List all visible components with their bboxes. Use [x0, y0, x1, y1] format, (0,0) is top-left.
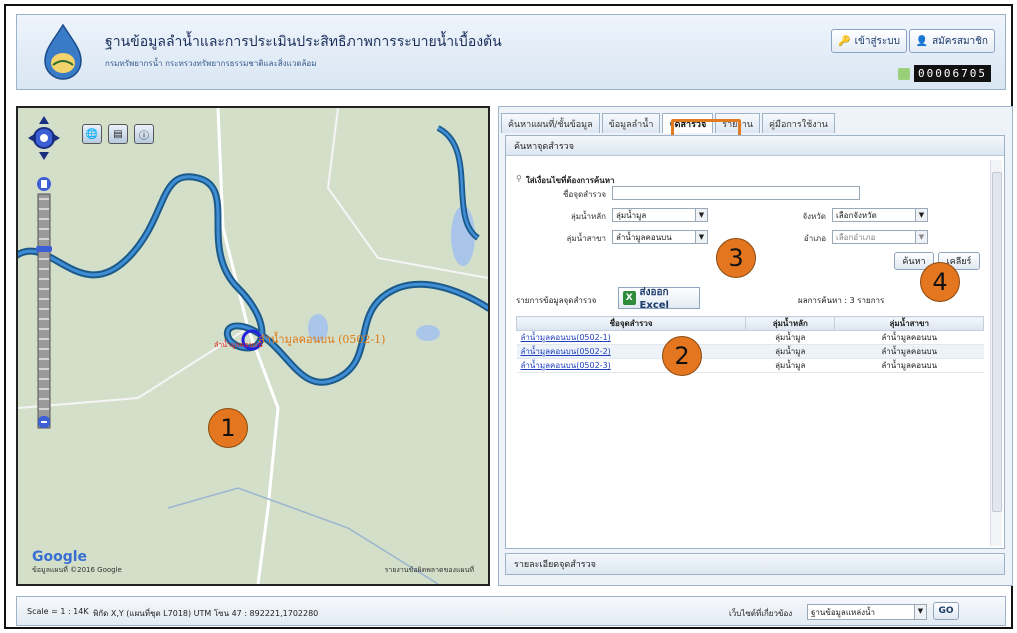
scrollbar-thumb[interactable] [992, 172, 1002, 512]
station-sublabel: ลำน้ำมูลคอนบน [214, 341, 263, 349]
right-panel: ค้นหาแผนที่/ชั้นข้อมูล ข้อมูลลำน้ำ จุดสำ… [498, 106, 1013, 586]
survey-search-panel: ค้นหาจุดสำรวจ ⚲ ใส่เงื่อนไขที่ต้องการค้น… [505, 135, 1005, 549]
badge-2: 2 [662, 336, 702, 376]
login-button[interactable]: 🔑 เข้าสู่ระบบ [831, 29, 907, 53]
zoom-control[interactable] [28, 116, 60, 439]
map-terms-link[interactable]: รายงานข้อผิดพลาดของแผนที่ [385, 565, 474, 576]
vertical-scrollbar[interactable] [990, 160, 1002, 546]
app-subtitle: กรมทรัพยากรน้ำ กระทรวงทรัพยากรธรรมชาติแล… [105, 59, 317, 68]
station-name-input[interactable] [612, 186, 860, 200]
search-icon: ⚲ [516, 174, 522, 183]
badge-1: 1 [208, 408, 248, 448]
sub-basin-value: ลำน้ำมูลคอนบน [616, 232, 672, 242]
chevron-down-icon: ▼ [914, 605, 926, 619]
chevron-down-icon: ▼ [915, 209, 927, 221]
main-basin-label: ลุ่มน้ำหลัก [570, 212, 606, 221]
table-row[interactable]: ลำน้ำมูลคอนบน(0502-1) ลุ่มน้ำมูล ลำน้ำมู… [516, 330, 984, 345]
province-label: จังหวัด [802, 212, 826, 221]
column-header[interactable]: ชื่อจุดสำรวจ [515, 316, 747, 331]
related-sites-value: ฐานข้อมูลแหล่งน้ำ [811, 607, 876, 617]
table-cell: ลุ่มน้ำมูล [745, 344, 835, 359]
detail-bar[interactable]: รายละเอียดจุดสำรวจ [505, 553, 1005, 575]
department-logo [44, 23, 82, 80]
counter-icon [898, 67, 911, 80]
district-select[interactable]: เลือกอำเภอ ▼ [832, 230, 928, 244]
register-label: สมัครสมาชิก [932, 35, 988, 47]
register-button[interactable]: 👤 สมัครสมาชิก [908, 29, 995, 53]
results-table: ชื่อจุดสำรวจ ลุ่มน้ำหลัก ลุ่มน้ำสาขา ลำน… [515, 316, 984, 373]
criteria-label: ใส่เงื่อนไขที่ต้องการค้นหา [525, 176, 615, 185]
export-excel-label: ส่งออก Excel [639, 287, 669, 311]
tab-bar: ค้นหาแผนที่/ชั้นข้อมูล ข้อมูลลำน้ำ จุดสำ… [499, 113, 835, 133]
column-header[interactable]: ลุ่มน้ำหลัก [745, 316, 836, 331]
pan-control[interactable] [28, 116, 60, 160]
main-basin-value: ลุ่มน้ำมูล [616, 210, 647, 220]
station-label[interactable]: ลำน้ำมูลคอนบน (0502-1) [258, 330, 385, 348]
tab-map-search[interactable]: ค้นหาแผนที่/ชั้นข้อมูล [501, 113, 600, 133]
sub-basin-select[interactable]: ลำน้ำมูลคอนบน ▼ [612, 230, 708, 244]
table-cell: ลำน้ำมูลคอนบน [834, 358, 984, 373]
table-cell: ลุ่มน้ำมูล [745, 330, 835, 345]
criteria-heading: ⚲ ใส่เงื่อนไขที่ต้องการค้นหา [516, 174, 614, 187]
export-excel-button[interactable]: X ส่งออก Excel [618, 287, 700, 311]
tab-river-data[interactable]: ข้อมูลลำน้ำ [601, 113, 661, 133]
badge-4: 4 [920, 262, 960, 302]
station-name-label: ชื่อจุดสำรวจ [563, 190, 606, 199]
map-type-buttons: 🌐 ▤ ⓘ [82, 124, 154, 144]
related-sites-label: เว็บไซต์ที่เกี่ยวข้อง [729, 609, 793, 618]
coords-text: พิกัด X,Y (แผนที่ชุด L7018) UTM โซน 47 :… [93, 609, 319, 618]
status-footer: Scale = 1 : 14K พิกัด X,Y (แผนที่ชุด L70… [16, 596, 1006, 626]
table-header-row: ชื่อจุดสำรวจ ลุ่มน้ำหลัก ลุ่มน้ำสาขา [515, 316, 984, 331]
map-credit-text: ข้อมูลแผนที่ ©2016 Google [32, 566, 122, 574]
map-panel[interactable]: ลำน้ำมูลคอนบน (0502-1) ลำน้ำมูลคอนบน 🌐 ▤… [16, 106, 490, 586]
user-icon: 👤 [915, 35, 929, 47]
chevron-down-icon: ▼ [695, 231, 707, 243]
google-logo: Google [32, 549, 88, 565]
go-button[interactable]: GO [933, 602, 959, 620]
visitor-counter: 00006705 [898, 65, 991, 82]
login-label: เข้าสู่ระบบ [854, 35, 900, 47]
province-value: เลือกจังหวัด [836, 210, 877, 220]
map-credit: Google ข้อมูลแผนที่ ©2016 Google [32, 549, 122, 576]
related-sites-select[interactable]: ฐานข้อมูลแหล่งน้ำ ▼ [807, 604, 927, 620]
app-window: ฐานข้อมูลลำน้ำและการประเมินประสิทธิภาพกา… [4, 4, 1013, 629]
results-list-label: รายการข้อมูลจุดสำรวจ [516, 296, 597, 305]
excel-icon: X [623, 291, 636, 305]
scale-text: Scale = 1 : 14K [27, 607, 89, 616]
globe-icon[interactable]: 🌐 [82, 124, 102, 144]
station-link[interactable]: ลำน้ำมูลคอนบน(0502-1) [516, 330, 746, 345]
station-link[interactable]: ลำน้ำมูลคอนบน(0502-2) [516, 344, 746, 359]
zoom-slider-thumb[interactable] [36, 246, 52, 252]
table-row[interactable]: ลำน้ำมูลคอนบน(0502-3) ลุ่มน้ำมูล ลำน้ำมู… [516, 358, 984, 373]
table-row[interactable]: ลำน้ำมูลคอนบน(0502-2) ลุ่มน้ำมูล ลำน้ำมู… [516, 344, 984, 359]
province-select[interactable]: เลือกจังหวัด ▼ [832, 208, 928, 222]
tab-manual[interactable]: คู่มือการใช้งาน [762, 113, 835, 133]
chevron-down-icon: ▼ [915, 231, 927, 243]
station-link[interactable]: ลำน้ำมูลคอนบน(0502-3) [516, 358, 746, 373]
login-icon: 🔑 [838, 35, 851, 47]
table-cell: ลำน้ำมูลคอนบน [834, 344, 984, 359]
table-cell: ลุ่มน้ำมูล [745, 358, 835, 373]
table-cell: ลำน้ำมูลคอนบน [834, 330, 984, 345]
chevron-down-icon: ▼ [695, 209, 707, 221]
info-icon[interactable]: ⓘ [134, 124, 154, 144]
site-header: ฐานข้อมูลลำน้ำและการประเมินประสิทธิภาพกา… [16, 14, 1006, 90]
save-icon[interactable]: ▤ [108, 124, 128, 144]
panel-title: ค้นหาจุดสำรวจ [506, 136, 1004, 156]
district-value: เลือกอำเภอ [836, 232, 876, 242]
sub-basin-label: ลุ่มน้ำสาขา [566, 234, 606, 243]
badge-3: 3 [716, 238, 756, 278]
column-header[interactable]: ลุ่มน้ำสาขา [834, 316, 984, 331]
counter-value: 00006705 [914, 65, 991, 82]
main-basin-select[interactable]: ลุ่มน้ำมูล ▼ [612, 208, 708, 222]
app-title: ฐานข้อมูลลำน้ำและการประเมินประสิทธิภาพกา… [105, 34, 502, 50]
results-count: ผลการค้นหา : 3 รายการ [798, 296, 885, 305]
